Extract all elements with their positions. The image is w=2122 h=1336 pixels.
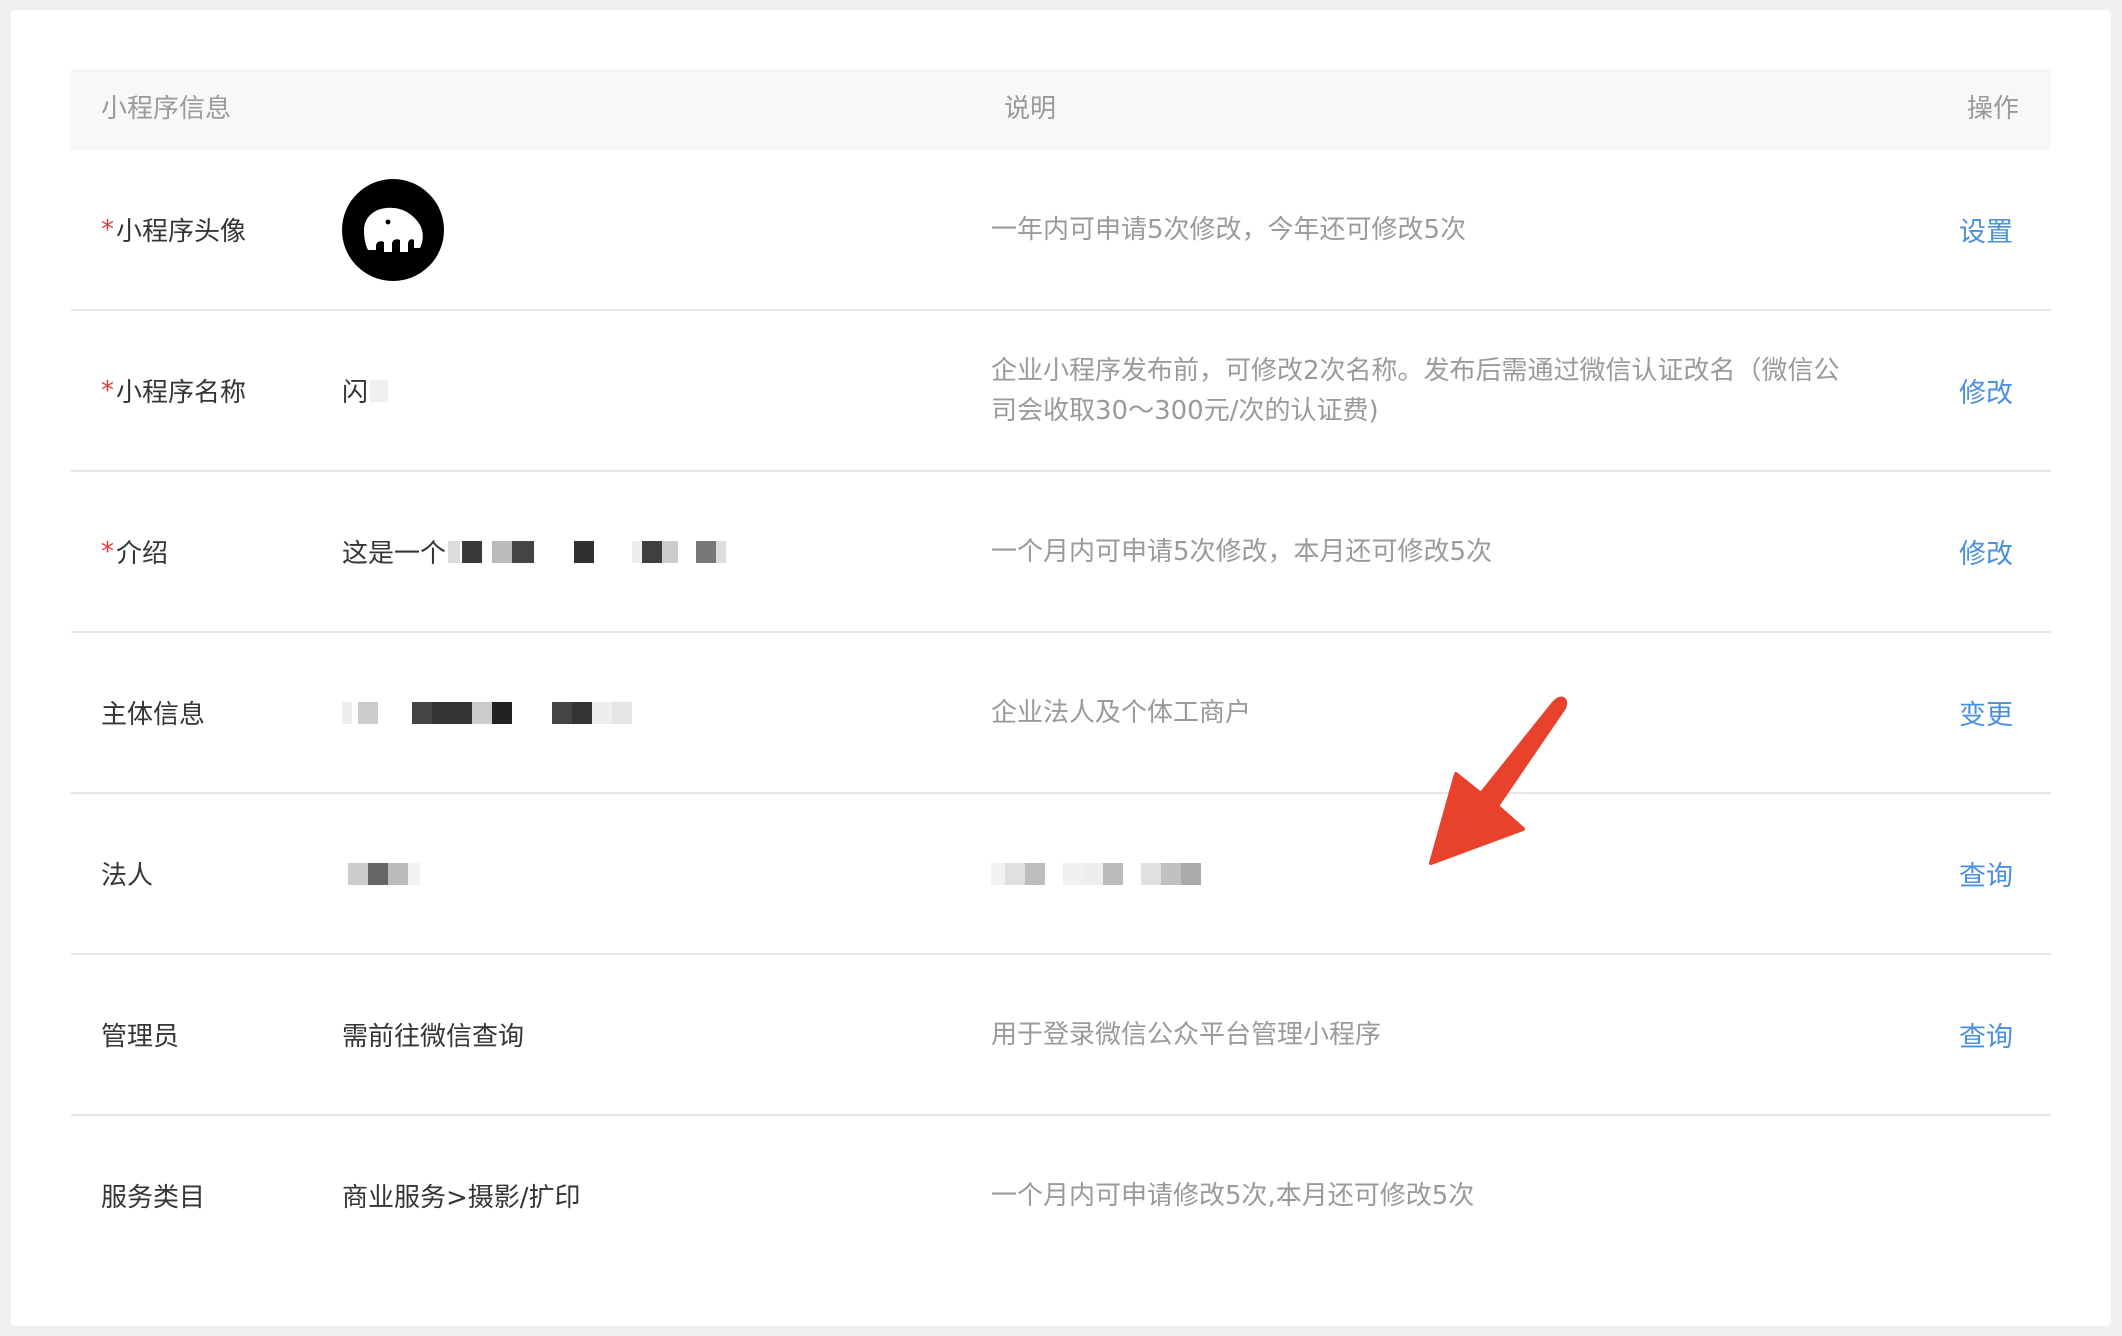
row-value: 闪 <box>342 311 389 470</box>
row-label-text: 小程序名称 <box>116 378 247 408</box>
row-label: * 小程序名称 <box>101 311 246 470</box>
row-label: 服务类目 <box>101 1116 205 1275</box>
row-value: 商业服务>摄影/扩印 <box>342 1183 581 1213</box>
row-value: 需前往微信查询 <box>342 1022 525 1052</box>
redacted-block <box>446 540 727 563</box>
mini-program-settings-panel: 小程序信息 说明 操作 * 小程序头像 一年内可申请5次修改，今年还可修改5次 <box>11 10 2111 1326</box>
avatar <box>342 178 444 281</box>
row-desc: 一个月内可申请修改5次,本月还可修改5次 <box>991 1180 1475 1211</box>
row-desc <box>991 794 1851 953</box>
row-value <box>342 794 420 953</box>
redacted-block <box>991 862 1201 885</box>
edit-intro-button[interactable]: 修改 <box>1959 472 2013 631</box>
table-row-avatar: * 小程序头像 一年内可申请5次修改，今年还可修改5次 设置 <box>71 150 2051 311</box>
row-label: 法人 <box>101 794 153 953</box>
row-value <box>342 633 632 792</box>
table-row-admin: 管理员 需前往微信查询 用于登录微信公众平台管理小程序 查询 <box>71 955 2051 1116</box>
table-row-legal-person: 法人 查询 <box>71 794 2051 955</box>
row-desc: 一年内可申请5次修改，今年还可修改5次 <box>991 214 1467 245</box>
header-desc: 说明 <box>1004 94 1057 124</box>
redacted-block <box>342 701 632 724</box>
table-row-name: * 小程序名称 闪 企业小程序发布前，可修改2次名称。发布后需通过微信认证改名（… <box>71 311 2051 472</box>
row-value <box>342 150 444 309</box>
row-desc: 企业法人及个体工商户 <box>991 697 1252 728</box>
bear-logo-icon <box>364 207 423 252</box>
row-desc: 企业小程序发布前，可修改2次名称。发布后需通过微信认证改名（微信公司会收取30～… <box>991 355 1840 426</box>
row-label-text: 介绍 <box>116 539 169 569</box>
mini-program-name: 闪 <box>342 378 369 408</box>
query-legal-person-button[interactable]: 查询 <box>1959 794 2013 953</box>
row-label-text: 管理员 <box>101 1022 180 1052</box>
redacted-block <box>342 862 420 885</box>
row-label: 主体信息 <box>101 633 205 792</box>
row-desc: 用于登录微信公众平台管理小程序 <box>991 1019 1382 1050</box>
set-avatar-button[interactable]: 设置 <box>1959 150 2013 309</box>
edit-name-button[interactable]: 修改 <box>1959 311 2013 470</box>
query-admin-button[interactable]: 查询 <box>1959 955 2013 1114</box>
change-entity-button[interactable]: 变更 <box>1959 633 2013 792</box>
row-label: * 小程序头像 <box>101 150 246 309</box>
row-label-text: 小程序头像 <box>116 217 247 247</box>
settings-table: 小程序信息 说明 操作 * 小程序头像 一年内可申请5次修改，今年还可修改5次 <box>71 69 2051 1275</box>
row-desc: 一个月内可申请5次修改，本月还可修改5次 <box>991 536 1493 567</box>
row-label: * 介绍 <box>101 472 168 631</box>
row-label-text: 服务类目 <box>101 1183 206 1213</box>
table-header: 小程序信息 说明 操作 <box>71 69 2051 150</box>
row-label: 管理员 <box>101 955 179 1114</box>
row-label-text: 法人 <box>101 861 154 891</box>
table-row-category: 服务类目 商业服务>摄影/扩印 一个月内可申请修改5次,本月还可修改5次 <box>71 1116 2051 1275</box>
intro-text: 这是一个 <box>342 539 447 569</box>
row-label-text: 主体信息 <box>101 700 206 730</box>
row-value: 这是一个 <box>342 472 727 631</box>
header-info: 小程序信息 <box>101 94 232 124</box>
header-op: 操作 <box>1966 94 2019 124</box>
table-row-intro: * 介绍 这是一个 一个月内可申请5次修改，本月还可修改5次 修改 <box>71 472 2051 633</box>
table-row-entity: 主体信息 企业法人及个体工商户 变更 <box>71 633 2051 794</box>
redacted-block <box>370 379 389 402</box>
